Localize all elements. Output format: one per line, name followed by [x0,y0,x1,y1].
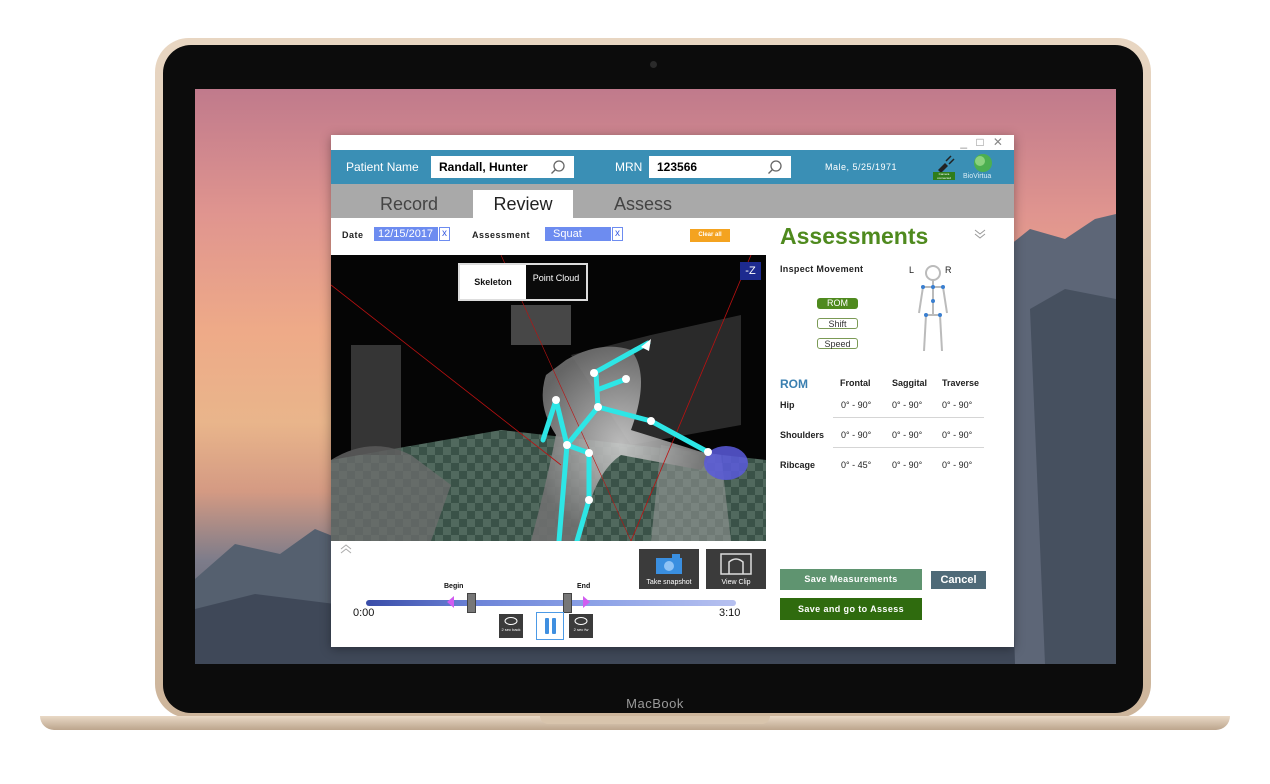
hip-saggital: 0° - 90° [892,400,923,410]
date-label: Date [342,230,364,240]
logo-text: BioVirtua [963,173,992,180]
back-2-sec-button[interactable]: 2 sec back [499,614,523,638]
assessments-title: Assessments [780,223,929,249]
end-time: 3:10 [719,607,741,619]
row-ribcage-label: Ribcage [780,460,816,470]
point-cloud-toggle[interactable]: Point Cloud [526,265,586,299]
axis-indicator[interactable]: -Z [740,262,761,280]
webcam [650,61,657,68]
tab-assess[interactable]: Assess [593,190,693,218]
title-bar: _ □ ✕ [331,135,1014,150]
camera-status: Camera connected [933,172,955,180]
shoulders-frontal: 0° - 90° [841,430,872,440]
ribcage-traverse: 0° - 90° [942,460,973,470]
shoulders-saggital: 0° - 90° [892,430,923,440]
window-controls[interactable]: _ □ ✕ [960,135,1006,149]
begin-arrow-icon [447,596,454,608]
laptop-notch [540,716,770,724]
rom-table-title: ROM [780,377,808,391]
forward-2-sec-button[interactable]: 2 sec fw [569,614,593,638]
skeleton-toggle[interactable]: Skeleton [460,265,526,299]
cancel-button[interactable]: Cancel [931,571,986,589]
start-time: 0:00 [353,607,375,619]
device-label: MacBook [626,696,684,711]
view-clip-button[interactable]: View Clip [706,549,766,589]
hip-frontal: 0° - 90° [841,400,872,410]
col-traverse: Traverse [942,378,980,388]
clip-icon [720,553,752,575]
end-arrow-icon [583,596,590,608]
point-cloud-viewport[interactable]: Skeleton Point Cloud -Z [331,255,766,541]
chevron-up-icon[interactable] [339,543,353,558]
assessment-chip[interactable]: Squat [545,227,611,241]
end-label: End [577,583,591,590]
row-divider [833,417,984,418]
mrn-label: MRN [615,160,643,174]
end-handle[interactable] [563,593,572,613]
patient-header: Patient Name Randall, Hunter MRN 123566 … [331,150,1014,184]
pause-icon [545,618,549,634]
main-tabs: Record Review Assess [331,184,1014,218]
hip-traverse: 0° - 90° [942,400,973,410]
row-divider [833,447,984,448]
mode-speed-button[interactable]: Speed [817,338,858,349]
patient-name-value: Randall, Hunter [439,160,528,174]
forward-icon [574,617,588,625]
patient-info: Male, 5/25/1971 [825,162,898,172]
view-mode-toggle[interactable]: Skeleton Point Cloud [458,263,588,301]
body-figure-icon[interactable] [905,263,961,355]
app-window: _ □ ✕ Patient Name Randall, Hunter MRN 1… [331,135,1014,647]
shoulders-traverse: 0° - 90° [942,430,973,440]
inspect-movement-label: Inspect Movement [780,264,864,274]
camera-icon [656,554,682,574]
remove-assessment-button[interactable]: x [612,227,623,241]
clear-all-button[interactable]: Clear all [690,229,730,242]
tab-review[interactable]: Review [473,190,573,218]
mrn-field[interactable]: 123566 [649,156,791,178]
date-chip[interactable]: 12/15/2017 [374,227,438,241]
search-icon[interactable] [767,159,783,178]
back-2-sec-label: 2 sec back [501,627,521,632]
mode-rom-button[interactable]: ROM [817,298,858,309]
tab-record[interactable]: Record [359,190,459,218]
col-saggital: Saggital [892,378,928,388]
filter-bar: Date 12/15/2017 x Assessment Squat x Cle… [331,218,766,254]
save-measurements-button[interactable]: Save Measurements [780,569,922,590]
mrn-value: 123566 [657,160,698,174]
assessment-label: Assessment [472,230,531,240]
rewind-icon [504,617,518,625]
view-clip-label: View Clip [721,579,751,586]
chevron-down-icon[interactable] [973,228,987,243]
patient-name-label: Patient Name [346,160,419,174]
remove-date-button[interactable]: x [439,227,450,241]
timeline-track[interactable] [366,600,736,606]
ribcage-frontal: 0° - 45° [841,460,872,470]
search-icon[interactable] [550,159,566,178]
take-snapshot-label: Take snapshot [646,579,692,586]
row-hip-label: Hip [780,400,795,410]
begin-handle[interactable] [467,593,476,613]
forward-2-sec-label: 2 sec fw [573,627,589,632]
row-shoulders-label: Shoulders [780,430,825,440]
mode-shift-button[interactable]: Shift [817,318,858,329]
pause-button[interactable] [536,612,564,640]
ribcage-saggital: 0° - 90° [892,460,923,470]
patient-name-field[interactable]: Randall, Hunter [431,156,574,178]
take-snapshot-button[interactable]: Take snapshot [639,549,699,589]
begin-label: Begin [444,583,464,590]
col-frontal: Frontal [840,378,871,388]
save-and-assess-button[interactable]: Save and go to Assess [780,598,922,620]
